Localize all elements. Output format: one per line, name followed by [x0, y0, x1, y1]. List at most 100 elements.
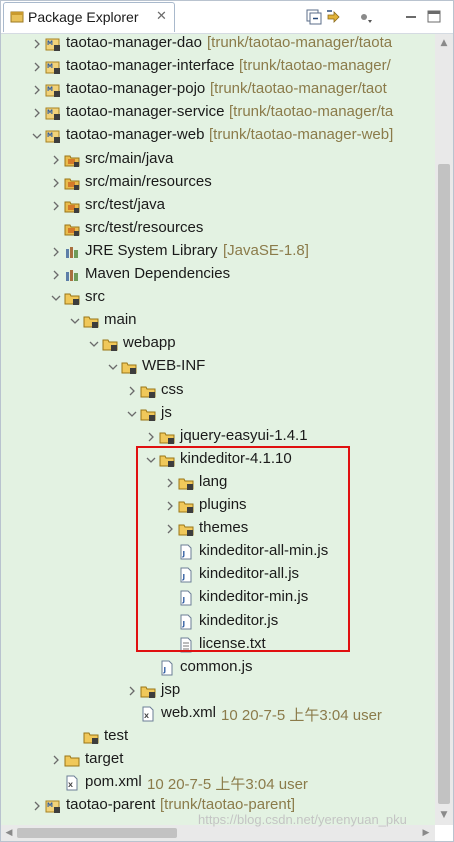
maximize-icon[interactable]: [424, 7, 444, 27]
scroll-up-icon[interactable]: ▲: [439, 38, 449, 48]
close-icon[interactable]: ✕: [156, 10, 170, 24]
tree-item[interactable]: license.txt: [1, 634, 435, 657]
expand-chevron-icon[interactable]: [29, 59, 45, 75]
expand-chevron-icon[interactable]: [29, 798, 45, 814]
folder-icon: [140, 409, 156, 421]
tree-item-label: main: [104, 311, 137, 329]
tree-item[interactable]: src/test/resources: [1, 218, 435, 241]
tree-item[interactable]: Jkindeditor-all-min.js: [1, 541, 435, 564]
tree-item[interactable]: css: [1, 380, 435, 403]
horizontal-scrollbar[interactable]: ◀ ▶: [1, 825, 435, 841]
collapse-chevron-icon[interactable]: [105, 359, 121, 375]
tree-item[interactable]: src: [1, 287, 435, 310]
tree-item[interactable]: Jcommon.js: [1, 657, 435, 680]
expand-chevron-icon[interactable]: [48, 267, 64, 283]
collapse-chevron-icon[interactable]: [124, 406, 140, 422]
tree-item[interactable]: plugins: [1, 495, 435, 518]
expand-chevron-icon[interactable]: [162, 521, 178, 537]
tree-item[interactable]: Jkindeditor-min.js: [1, 587, 435, 610]
expand-chevron-icon[interactable]: [124, 383, 140, 399]
js-file-icon: J: [180, 614, 192, 629]
tree-item[interactable]: themes: [1, 518, 435, 541]
tree-item[interactable]: Xpom.xml 10 20-7-5 上午3:04 user: [1, 772, 435, 795]
expand-chevron-icon[interactable]: [162, 475, 178, 491]
tab-package-explorer[interactable]: Package Explorer ✕: [3, 2, 175, 32]
view-titlebar: Package Explorer ✕: [1, 1, 453, 34]
tree-item-label: test: [104, 727, 129, 744]
tree-item[interactable]: Jkindeditor-all.js: [1, 564, 435, 587]
vertical-scrollbar[interactable]: ▲ ▼: [435, 34, 453, 825]
tree-item[interactable]: src/main/resources: [1, 172, 435, 195]
tree-item[interactable]: jquery-easyui-1.4.1: [1, 426, 435, 449]
tree-item[interactable]: lang: [1, 472, 435, 495]
tree-item[interactable]: target: [1, 749, 435, 772]
view-menu-icon[interactable]: [354, 7, 374, 27]
scroll-right-icon[interactable]: ▶: [421, 828, 431, 838]
tree-item-label: Maven Dependencies: [85, 265, 231, 282]
expand-chevron-icon[interactable]: [48, 244, 64, 260]
expand-chevron-icon[interactable]: [29, 105, 45, 121]
expand-chevron-icon[interactable]: [48, 752, 64, 768]
tree-item-label: taotao-manager-interface: [66, 57, 235, 75]
folder-icon: [140, 386, 156, 398]
tree-item[interactable]: Mtaotao-manager-web [trunk/taotao-manager…: [1, 125, 435, 148]
collapse-chevron-icon[interactable]: [48, 290, 64, 306]
expand-chevron-icon[interactable]: [29, 82, 45, 98]
tree-item-decoration: [trunk/taotao-manager/taota: [207, 34, 393, 51]
tree-item-label: license.txt: [199, 634, 266, 652]
collapse-chevron-icon[interactable]: [29, 128, 45, 144]
tree-item-label: web.xml: [161, 703, 217, 721]
tree-item[interactable]: js: [1, 403, 435, 426]
expand-chevron-icon[interactable]: [48, 152, 64, 168]
tree-item[interactable]: jsp: [1, 680, 435, 703]
tree-item-label: target: [85, 750, 124, 768]
tree-item[interactable]: Mtaotao-manager-pojo [trunk/taotao-manage…: [1, 79, 435, 102]
collapse-chevron-icon[interactable]: [143, 452, 159, 468]
collapse-chevron-icon[interactable]: [86, 336, 102, 352]
project-tree[interactable]: Mtaotao-manager-dao [trunk/taotao-manager…: [1, 34, 435, 825]
tree-item[interactable]: Mtaotao-manager-service [trunk/taotao-man…: [1, 102, 435, 125]
tree-item[interactable]: Xweb.xml 10 20-7-5 上午3:04 user: [1, 703, 435, 726]
link-with-editor-icon[interactable]: [324, 7, 344, 27]
tree-item-label: plugins: [199, 496, 247, 513]
tree-item[interactable]: JRE System Library [JavaSE-1.8]: [1, 241, 435, 264]
expand-chevron-icon[interactable]: [124, 683, 140, 699]
minimize-icon[interactable]: [401, 7, 421, 27]
srcfolder-icon: [64, 224, 80, 236]
tree-item-label: JRE System Library: [85, 241, 218, 259]
tree-item[interactable]: kindeditor-4.1.10: [1, 449, 435, 472]
scroll-left-icon[interactable]: ◀: [4, 828, 14, 838]
tree-item[interactable]: test: [1, 726, 435, 749]
tree-item-label: webapp: [123, 334, 176, 352]
collapse-all-icon[interactable]: [304, 7, 324, 27]
folder-icon: [140, 686, 156, 698]
expand-chevron-icon[interactable]: [143, 429, 159, 445]
expand-chevron-icon[interactable]: [29, 36, 45, 52]
tree-item[interactable]: src/test/java: [1, 195, 435, 218]
tree-item[interactable]: Mtaotao-manager-dao [trunk/taotao-manager…: [1, 34, 435, 56]
horizontal-scroll-thumb[interactable]: [17, 828, 177, 838]
svg-text:J: J: [163, 666, 167, 674]
svg-text:M: M: [47, 109, 53, 116]
collapse-chevron-icon[interactable]: [67, 313, 83, 329]
tree-item-label: jquery-easyui-1.4.1: [180, 426, 308, 444]
tree-item-decoration: [trunk/taotao-parent]: [160, 796, 296, 814]
vertical-scroll-thumb[interactable]: [438, 164, 450, 804]
tree-item-label: src/test/java: [85, 195, 166, 213]
tree-item[interactable]: Jkindeditor.js: [1, 611, 435, 634]
tree-item[interactable]: webapp: [1, 333, 435, 356]
tree-item[interactable]: Maven Dependencies: [1, 264, 435, 287]
tree-item[interactable]: src/main/java: [1, 149, 435, 172]
folder-icon: [121, 362, 137, 375]
tree-item-decoration: [trunk/taotao-manager/: [239, 57, 391, 75]
tree-item[interactable]: main: [1, 310, 435, 333]
tree-item[interactable]: Mtaotao-manager-interface [trunk/taotao-m…: [1, 56, 435, 79]
tree-item-label: jsp: [161, 680, 181, 698]
tree-item[interactable]: WEB-INF: [1, 356, 435, 379]
scroll-down-icon[interactable]: ▼: [439, 810, 449, 820]
project-icon: M: [45, 84, 60, 98]
expand-chevron-icon[interactable]: [48, 198, 64, 214]
expand-chevron-icon[interactable]: [162, 498, 178, 514]
xml-file-icon: X: [142, 706, 154, 722]
expand-chevron-icon[interactable]: [48, 175, 64, 191]
